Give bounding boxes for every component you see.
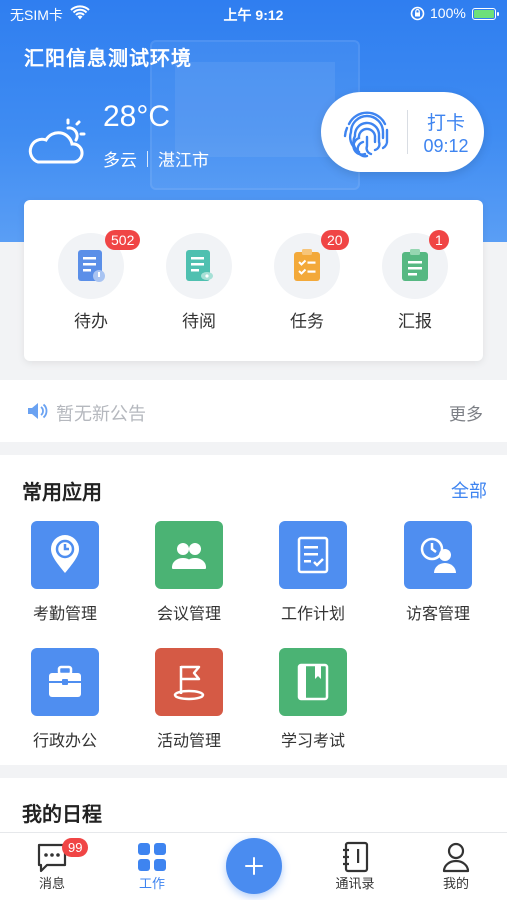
app-label: 访客管理	[405, 604, 470, 623]
section-title: 常用应用	[22, 480, 102, 504]
tab-label: 消息	[38, 877, 65, 892]
app-visitor[interactable]: 访客管理	[383, 521, 493, 624]
tab-work[interactable]: 工作	[112, 841, 192, 892]
grid-icon	[138, 843, 166, 871]
battery-icon	[472, 8, 499, 20]
contacts-book-icon	[343, 841, 369, 873]
app-label: 会议管理	[156, 604, 221, 623]
app-label: 行政办公	[32, 731, 97, 750]
app-label: 考勤管理	[32, 604, 97, 623]
app-label: 工作计划	[280, 604, 345, 623]
app-attendance[interactable]: 考勤管理	[10, 521, 120, 624]
divider	[407, 110, 408, 154]
quick-item-task[interactable]: 任务 20	[267, 230, 349, 332]
quick-item-label: 待办	[74, 312, 108, 332]
more-link[interactable]: 更多	[449, 400, 483, 425]
battery-percent: 100%	[430, 5, 466, 21]
flag-icon	[173, 665, 205, 701]
briefcase-icon	[49, 665, 81, 697]
attendance-pin-icon	[51, 535, 79, 573]
weather-condition: 多云	[103, 151, 137, 171]
app-study-exam[interactable]: 学习考试	[258, 648, 368, 751]
person-icon	[442, 842, 470, 873]
todo-doc-icon	[78, 250, 105, 282]
page-title: 汇阳信息测试环境	[24, 46, 192, 70]
quick-item-report[interactable]: 汇报 1	[375, 230, 455, 332]
message-badge: 99	[62, 838, 89, 857]
task-badge: 20	[321, 230, 349, 250]
tab-contacts[interactable]: 通讯录	[315, 841, 395, 892]
banner-decoration	[175, 62, 335, 157]
divider	[147, 150, 148, 167]
quick-item-label: 待阅	[182, 312, 216, 332]
app-work-plan[interactable]: 工作计划	[258, 521, 368, 624]
announcement-text: 暂无新公告	[56, 404, 146, 425]
status-bar: 无SIM卡 上午 9:12 100%	[0, 0, 507, 28]
app-meeting[interactable]: 会议管理	[134, 521, 244, 624]
read-doc-icon	[186, 250, 213, 281]
checkin-button[interactable]: 打卡 09:12	[321, 92, 484, 172]
cloud-sun-icon	[24, 118, 88, 172]
tab-label: 通讯录	[335, 877, 375, 892]
tab-label: 我的	[442, 877, 469, 892]
weather-city: 湛江市	[158, 151, 209, 171]
tab-me[interactable]: 我的	[416, 841, 496, 892]
app-activity[interactable]: 活动管理	[134, 648, 244, 751]
common-apps-section: 常用应用 全部 考勤管理 会议管理 工作计划 访客管理 行政办公 活动管理 学习…	[0, 455, 507, 765]
report-clipboard-icon	[402, 249, 428, 281]
app-label: 活动管理	[156, 731, 221, 750]
all-apps-link[interactable]: 全部	[451, 477, 487, 503]
tab-label: 工作	[138, 877, 165, 892]
quick-item-todo[interactable]: 待办 502	[51, 230, 141, 332]
section-title: 我的日程	[22, 802, 102, 826]
work-plan-icon	[297, 536, 329, 574]
quick-actions-card: 待办 502 待阅 任务 20 汇报 1	[24, 200, 483, 361]
announcement-bar[interactable]: 暂无新公告 更多	[0, 380, 507, 442]
quick-item-read[interactable]: 待阅	[159, 233, 239, 332]
temperature: 28°C	[103, 100, 171, 133]
meeting-people-icon	[172, 543, 206, 569]
quick-item-label: 汇报	[398, 312, 432, 332]
task-clipboard-icon	[294, 249, 320, 281]
weather-info: 多云 湛江市	[103, 146, 209, 171]
report-badge: 1	[429, 230, 449, 250]
app-admin-office[interactable]: 行政办公	[10, 648, 120, 751]
speaker-icon	[26, 401, 48, 425]
checkin-label: 打卡	[426, 112, 465, 134]
schedule-section: 我的日程	[0, 778, 507, 838]
visitor-icon	[420, 537, 456, 573]
tab-messages[interactable]: 消息 99	[12, 838, 92, 892]
quick-item-label: 任务	[290, 312, 324, 332]
rotation-lock-icon	[410, 6, 425, 25]
checkin-time: 09:12	[423, 136, 469, 156]
add-button[interactable]	[226, 838, 282, 894]
fingerprint-icon	[337, 102, 397, 166]
todo-badge: 502	[105, 230, 141, 250]
book-icon	[297, 663, 329, 701]
app-label: 学习考试	[280, 731, 345, 750]
